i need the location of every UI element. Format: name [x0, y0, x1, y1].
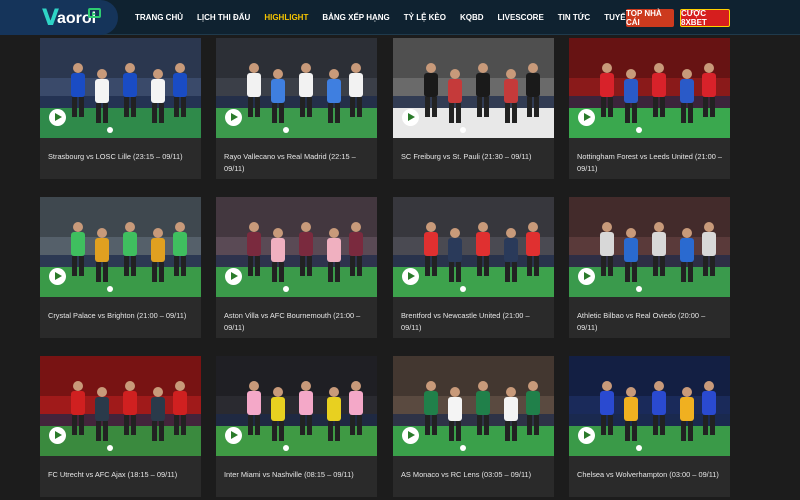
tv-icon — [88, 8, 101, 18]
highlight-card[interactable]: Athletic Bilbao vs Real Oviedo (20:00 – … — [569, 197, 730, 338]
play-icon[interactable] — [402, 268, 419, 285]
highlight-card[interactable]: Nottingham Forest vs Leeds United (21:00… — [569, 38, 730, 179]
site-logo[interactable]: V aoroi — [0, 0, 118, 35]
play-icon[interactable] — [402, 427, 419, 444]
highlight-card[interactable]: Rayo Vallecano vs Real Madrid (22:15 – 0… — [216, 38, 377, 179]
match-thumbnail[interactable] — [569, 197, 730, 297]
play-icon[interactable] — [578, 109, 595, 126]
match-title[interactable]: Inter Miami vs Nashville (08:15 – 09/11) — [224, 469, 374, 481]
highlight-card[interactable]: Inter Miami vs Nashville (08:15 – 09/11) — [216, 356, 377, 497]
nav-livescore[interactable]: LIVESCORE — [498, 13, 544, 22]
match-title[interactable]: Aston Villa vs AFC Bournemouth (21:00 – … — [224, 310, 374, 334]
play-icon[interactable] — [578, 268, 595, 285]
nav-kqbd[interactable]: KQBD — [460, 13, 484, 22]
match-thumbnail[interactable] — [569, 38, 730, 138]
play-icon[interactable] — [225, 109, 242, 126]
highlight-card[interactable]: Chelsea vs Wolverhampton (03:00 – 09/11) — [569, 356, 730, 497]
match-scene — [393, 197, 554, 297]
top-nha-cai-button[interactable]: TOP NHÀ CÁI — [626, 9, 674, 27]
nav-lich-thi-dau[interactable]: LỊCH THI ĐẤU — [197, 13, 250, 22]
top-navbar: V aoroi TRANG CHỦ LỊCH THI ĐẤU HIGHLIGHT… — [0, 0, 800, 35]
match-title[interactable]: AS Monaco vs RC Lens (03:05 – 09/11) — [401, 469, 551, 481]
match-title[interactable]: SC Freiburg vs St. Pauli (21:30 – 09/11) — [401, 151, 551, 163]
match-scene — [40, 38, 201, 138]
nav-tin-tuc[interactable]: TIN TỨC — [558, 13, 590, 22]
nav-ty-le-keo[interactable]: TỶ LỆ KÈO — [404, 13, 446, 22]
highlight-card[interactable]: Crystal Palace vs Brighton (21:00 – 09/1… — [40, 197, 201, 338]
play-icon[interactable] — [49, 109, 66, 126]
match-title[interactable]: Rayo Vallecano vs Real Madrid (22:15 – 0… — [224, 151, 374, 175]
match-scene — [569, 38, 730, 138]
match-scene — [393, 356, 554, 456]
match-scene — [40, 197, 201, 297]
logo-v-mark: V — [42, 6, 59, 31]
play-icon[interactable] — [225, 427, 242, 444]
match-title[interactable]: Nottingham Forest vs Leeds United (21:00… — [577, 151, 727, 175]
play-icon[interactable] — [402, 109, 419, 126]
highlight-card[interactable]: Brentford vs Newcastle United (21:00 – 0… — [393, 197, 554, 338]
play-icon[interactable] — [49, 427, 66, 444]
match-scene — [569, 356, 730, 456]
match-scene — [393, 38, 554, 138]
match-scene — [40, 356, 201, 456]
match-title[interactable]: FC Utrecht vs AFC Ajax (18:15 – 09/11) — [48, 469, 198, 481]
match-scene — [216, 197, 377, 297]
play-icon[interactable] — [49, 268, 66, 285]
match-thumbnail[interactable] — [393, 197, 554, 297]
match-thumbnail[interactable] — [393, 356, 554, 456]
nav-trang-chu[interactable]: TRANG CHỦ — [135, 13, 183, 22]
match-thumbnail[interactable] — [569, 356, 730, 456]
match-title[interactable]: Chelsea vs Wolverhampton (03:00 – 09/11) — [577, 469, 727, 481]
match-thumbnail[interactable] — [216, 197, 377, 297]
match-scene — [216, 38, 377, 138]
nav-bang-xep-hang[interactable]: BẢNG XẾP HẠNG — [322, 13, 389, 22]
match-title[interactable]: Athletic Bilbao vs Real Oviedo (20:00 – … — [577, 310, 727, 334]
play-icon[interactable] — [578, 427, 595, 444]
highlight-card[interactable]: SC Freiburg vs St. Pauli (21:30 – 09/11) — [393, 38, 554, 179]
nav-highlight[interactable]: HIGHLIGHT — [264, 13, 308, 22]
match-title[interactable]: Crystal Palace vs Brighton (21:00 – 09/1… — [48, 310, 198, 322]
highlight-card[interactable]: AS Monaco vs RC Lens (03:05 – 09/11) — [393, 356, 554, 497]
play-icon[interactable] — [225, 268, 242, 285]
match-thumbnail[interactable] — [216, 38, 377, 138]
match-scene — [569, 197, 730, 297]
match-scene — [216, 356, 377, 456]
cuoc-8xbet-button[interactable]: CƯỢC 8XBET — [680, 9, 730, 27]
match-title[interactable]: Strasbourg vs LOSC Lille (23:15 – 09/11) — [48, 151, 198, 163]
highlight-card[interactable]: Strasbourg vs LOSC Lille (23:15 – 09/11) — [40, 38, 201, 179]
match-thumbnail[interactable] — [40, 38, 201, 138]
main-nav: TRANG CHỦ LỊCH THI ĐẤU HIGHLIGHT BẢNG XẾ… — [128, 0, 664, 35]
match-title[interactable]: Brentford vs Newcastle United (21:00 – 0… — [401, 310, 551, 334]
match-thumbnail[interactable] — [216, 356, 377, 456]
highlight-card[interactable]: Aston Villa vs AFC Bournemouth (21:00 – … — [216, 197, 377, 338]
match-thumbnail[interactable] — [40, 356, 201, 456]
highlight-card[interactable]: FC Utrecht vs AFC Ajax (18:15 – 09/11) — [40, 356, 201, 497]
match-thumbnail[interactable] — [40, 197, 201, 297]
match-thumbnail[interactable] — [393, 38, 554, 138]
